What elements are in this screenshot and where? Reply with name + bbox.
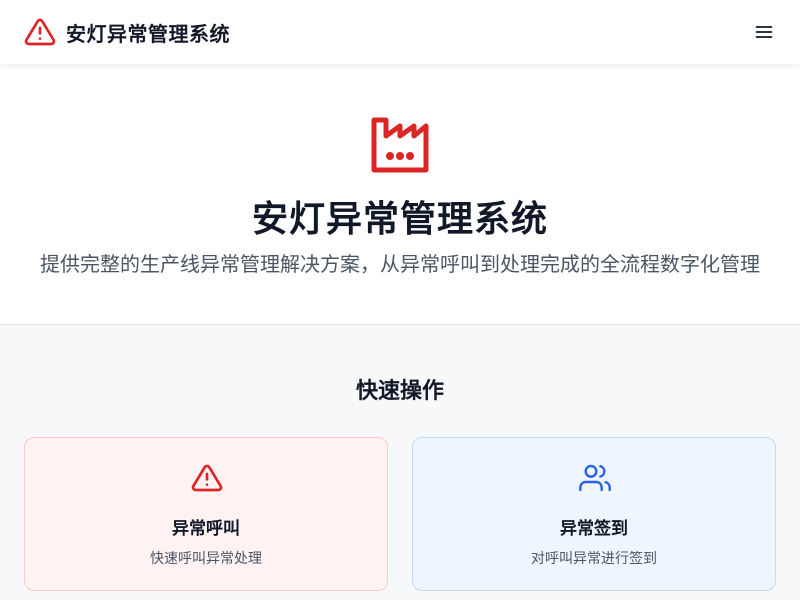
warning-triangle-icon xyxy=(24,16,56,48)
hero-title: 安灯异常管理系统 xyxy=(251,199,548,240)
brand[interactable]: 安灯异常管理系统 xyxy=(24,16,230,48)
card-description: 快速呼叫异常处理 xyxy=(150,551,262,567)
menu-button[interactable] xyxy=(752,20,776,44)
quick-actions-section: 快速操作 异常呼叫 快速呼叫异常处理 异常签到 对呼叫异常进行签到 xyxy=(0,324,800,600)
hamburger-menu-icon xyxy=(754,22,774,42)
exception-call-card[interactable]: 异常呼叫 快速呼叫异常处理 xyxy=(24,437,388,591)
users-icon xyxy=(579,462,611,494)
card-description: 对呼叫异常进行签到 xyxy=(531,551,657,567)
app-title: 安灯异常管理系统 xyxy=(66,21,230,46)
warning-triangle-icon xyxy=(191,462,223,494)
hero-subtitle: 提供完整的生产线异常管理解决方案，从异常呼叫到处理完成的全流程数字化管理 xyxy=(40,252,760,276)
top-navbar: 安灯异常管理系统 xyxy=(0,0,800,64)
card-title: 异常呼叫 xyxy=(172,519,240,539)
factory-icon xyxy=(368,112,432,176)
card-title: 异常签到 xyxy=(560,519,628,539)
quick-actions-title: 快速操作 xyxy=(355,379,444,404)
exception-signin-card[interactable]: 异常签到 对呼叫异常进行签到 xyxy=(412,437,776,591)
hero-section: 安灯异常管理系统 提供完整的生产线异常管理解决方案，从异常呼叫到处理完成的全流程… xyxy=(0,64,800,324)
